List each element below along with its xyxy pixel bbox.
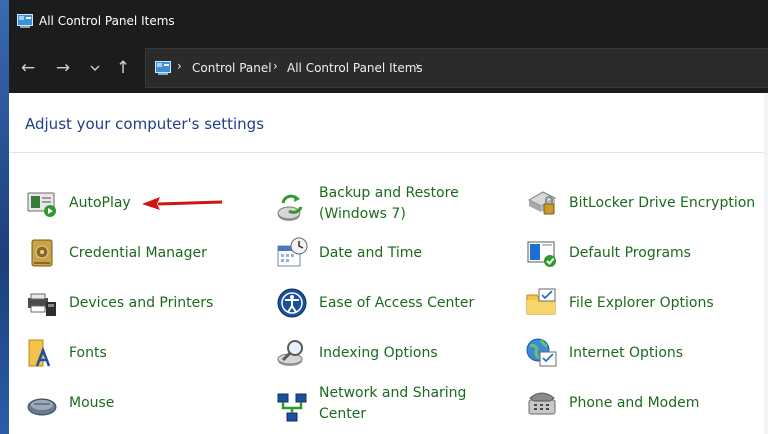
navigation-bar: ← → ↑ › Control Panel › All Control Pane… <box>9 44 768 93</box>
breadcrumb-control-panel[interactable]: Control Panel <box>192 61 272 75</box>
network-sharing-icon <box>277 393 307 422</box>
divider <box>9 152 768 153</box>
forward-button[interactable]: → <box>49 54 77 82</box>
item-date-time[interactable]: Date and Time <box>275 233 505 273</box>
file-explorer-options-icon <box>526 288 556 315</box>
item-label[interactable]: Devices and Printers <box>69 293 213 313</box>
item-label[interactable]: Default Programs <box>569 243 691 263</box>
recent-locations-button[interactable] <box>81 54 109 82</box>
autoplay-icon <box>27 192 56 217</box>
item-label[interactable]: AutoPlay <box>69 193 131 213</box>
item-network-sharing[interactable]: Network and Sharing Center <box>275 383 505 429</box>
breadcrumb-all-items[interactable]: All Control Panel Items <box>287 61 423 75</box>
item-label[interactable]: Phone and Modem <box>569 393 699 413</box>
item-phone-modem[interactable]: Phone and Modem <box>525 383 755 423</box>
breadcrumb-chevron-icon[interactable]: › <box>273 59 278 73</box>
item-default-programs[interactable]: Default Programs <box>525 233 755 273</box>
item-label[interactable]: Fonts <box>69 343 107 363</box>
item-label-line2[interactable]: (Windows 7) <box>319 204 406 224</box>
fonts-icon <box>28 339 51 367</box>
item-bitlocker[interactable]: BitLocker Drive Encryption <box>525 183 765 223</box>
item-file-explorer-options[interactable]: File Explorer Options <box>525 283 755 323</box>
default-programs-icon <box>527 241 556 267</box>
item-label[interactable]: Ease of Access Center <box>319 293 474 313</box>
mouse-icon <box>27 398 57 416</box>
up-button[interactable]: ↑ <box>109 54 137 82</box>
item-backup-restore[interactable]: Backup and Restore (Windows 7) <box>275 183 505 229</box>
item-fonts[interactable]: Fonts <box>25 333 225 373</box>
item-label[interactable]: Credential Manager <box>69 243 207 263</box>
annotation-arrow-icon <box>142 197 222 210</box>
breadcrumb-chevron-icon[interactable]: › <box>415 59 420 73</box>
credential-manager-icon <box>31 239 53 267</box>
back-button[interactable]: ← <box>14 54 42 82</box>
arrow-right-icon: → <box>55 58 71 78</box>
content-area: Adjust your computer's settings AutoPlay <box>9 93 768 434</box>
title-bar[interactable]: All Control Panel Items <box>9 0 768 44</box>
indexing-options-icon <box>277 340 303 366</box>
arrow-left-icon: ← <box>20 58 36 78</box>
arrow-up-icon: ↑ <box>115 58 131 78</box>
item-internet-options[interactable]: Internet Options <box>525 333 755 373</box>
item-label[interactable]: Internet Options <box>569 343 683 363</box>
page-heading: Adjust your computer's settings <box>25 115 265 133</box>
breadcrumb-chevron-icon[interactable]: › <box>177 59 182 73</box>
item-label[interactable]: File Explorer Options <box>569 293 714 313</box>
internet-options-icon <box>526 338 557 367</box>
devices-printers-icon <box>28 293 56 316</box>
control-panel-window: All Control Panel Items ← → ↑ › Control … <box>9 0 768 434</box>
phone-modem-icon <box>528 392 556 415</box>
backup-restore-icon <box>277 194 303 221</box>
item-indexing-options[interactable]: Indexing Options <box>275 333 505 373</box>
item-label[interactable]: BitLocker Drive Encryption <box>569 193 755 213</box>
item-label[interactable]: Network and Sharing <box>319 383 466 403</box>
window-title: All Control Panel Items <box>39 14 175 28</box>
address-bar[interactable]: › Control Panel › All Control Panel Item… <box>145 48 768 88</box>
item-ease-of-access[interactable]: Ease of Access Center <box>275 283 505 323</box>
ease-of-access-icon <box>277 288 307 318</box>
control-panel-icon <box>155 61 171 75</box>
date-time-icon <box>277 237 308 267</box>
item-mouse[interactable]: Mouse <box>25 383 225 423</box>
scrollbar[interactable] <box>764 93 768 434</box>
item-label[interactable]: Mouse <box>69 393 114 413</box>
item-label[interactable]: Indexing Options <box>319 343 438 363</box>
item-label-line2[interactable]: Center <box>319 404 366 424</box>
item-devices-printers[interactable]: Devices and Printers <box>25 283 255 323</box>
bitlocker-icon <box>527 191 557 215</box>
control-panel-icon <box>17 14 33 28</box>
item-credential-manager[interactable]: Credential Manager <box>25 233 255 273</box>
chevron-down-icon <box>90 65 100 71</box>
item-label[interactable]: Date and Time <box>319 243 422 263</box>
item-label[interactable]: Backup and Restore <box>319 183 459 203</box>
